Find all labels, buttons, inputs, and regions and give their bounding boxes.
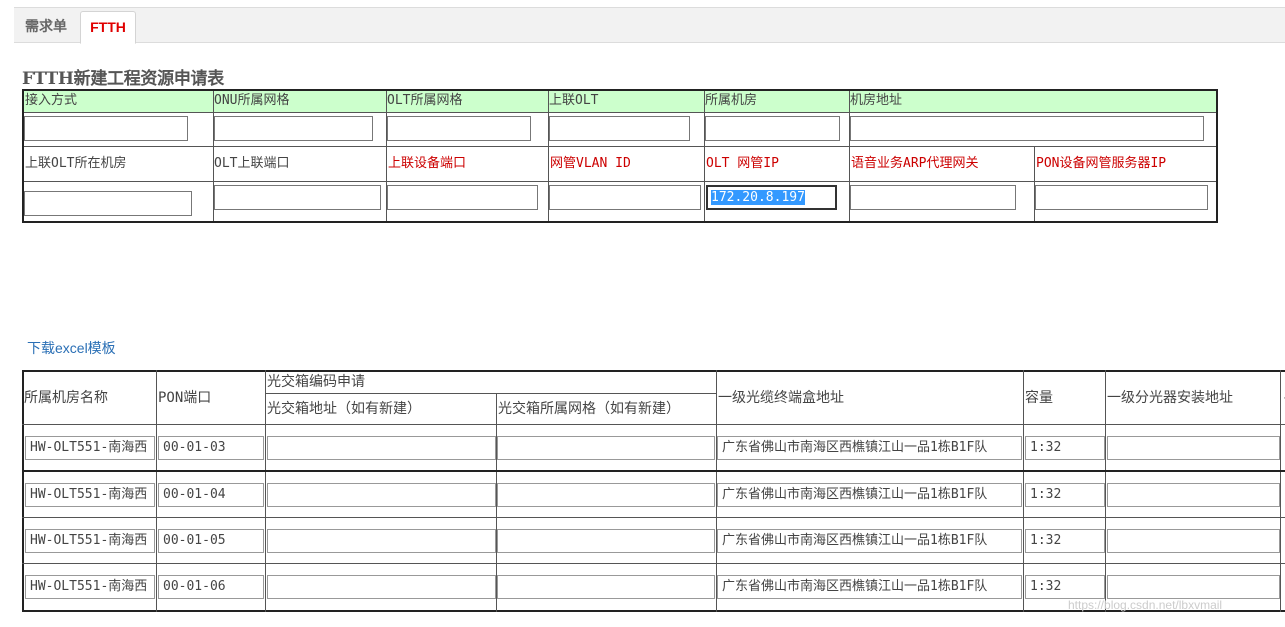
capacity-cell[interactable]: 1:32 xyxy=(1025,575,1105,599)
pon-mgmt-server-ip-input[interactable] xyxy=(1035,185,1208,210)
room-input[interactable] xyxy=(705,116,840,141)
capacity-cell[interactable]: 1:32 xyxy=(1025,529,1105,553)
access-method-input[interactable] xyxy=(24,116,188,141)
resource-form-table: 接入方式 ONU所属网格 OLT所属网格 上联OLT 所属机房 机房地址 上联O… xyxy=(22,89,1218,223)
room-name-cell[interactable]: HW-OLT551-南海西 xyxy=(25,575,155,599)
pon-port-cell[interactable]: 00-01-04 xyxy=(158,483,264,507)
room-name-cell[interactable]: HW-OLT551-南海西 xyxy=(25,436,155,460)
th-terminal-box-address: 一级光缆终端盒地址 xyxy=(718,390,844,406)
header-onu-grid: ONU所属网格 xyxy=(213,91,386,112)
terminal-address-cell[interactable]: 广东省佛山市南海区西樵镇江山一品1栋B1F队 xyxy=(717,483,1022,507)
terminal-address-cell[interactable]: 广东省佛山市南海区西樵镇江山一品1栋B1F队 xyxy=(717,436,1022,460)
splitter-address-input[interactable] xyxy=(1107,575,1280,599)
label-olt-mgmt-ip: OLT 网管IP xyxy=(706,156,779,171)
room-address-input[interactable] xyxy=(850,116,1204,141)
box-grid-input[interactable] xyxy=(497,436,715,460)
uplink-olt-room-input[interactable] xyxy=(24,191,192,216)
page-title: FTTH新建工程资源申请表 xyxy=(22,69,224,89)
download-excel-template-link[interactable]: 下载excel模板 xyxy=(27,338,116,358)
splitter-address-input[interactable] xyxy=(1107,529,1280,553)
label-voice-arp-gateway: 语音业务ARP代理网关 xyxy=(851,156,979,171)
room-name-cell[interactable]: HW-OLT551-南海西 xyxy=(25,529,155,553)
tab-bar: 需求单 FTTH xyxy=(14,7,1285,44)
th-room-name: 所属机房名称 xyxy=(24,390,108,406)
olt-grid-input[interactable] xyxy=(387,116,531,141)
box-grid-input[interactable] xyxy=(497,575,715,599)
capacity-cell[interactable]: 1:32 xyxy=(1025,483,1105,507)
voice-arp-gateway-input[interactable] xyxy=(850,185,1016,210)
splitter-address-input[interactable] xyxy=(1107,483,1280,507)
uplink-device-port-input[interactable] xyxy=(387,185,538,210)
box-address-input[interactable] xyxy=(267,483,496,507)
box-address-input[interactable] xyxy=(267,529,496,553)
label-olt-uplink-port: OLT上联端口 xyxy=(214,156,290,171)
header-room: 所属机房 xyxy=(704,91,849,112)
header-access-method: 接入方式 xyxy=(24,91,213,112)
label-uplink-device-port: 上联设备端口 xyxy=(388,156,467,171)
tab-demand-form[interactable]: 需求单 xyxy=(18,11,74,41)
pon-port-cell[interactable]: 00-01-06 xyxy=(158,575,264,599)
terminal-address-cell[interactable]: 广东省佛山市南海区西樵镇江山一品1栋B1F队 xyxy=(717,575,1022,599)
room-name-cell[interactable]: HW-OLT551-南海西 xyxy=(25,483,155,507)
pon-port-cell[interactable]: 00-01-03 xyxy=(158,436,264,460)
pon-port-cell[interactable]: 00-01-05 xyxy=(158,529,264,553)
th-splitter-address: 一级分光器安装地址 xyxy=(1107,390,1233,406)
tab-ftth[interactable]: FTTH xyxy=(80,11,136,44)
th-box-code-request: 光交箱编码申请 xyxy=(267,374,365,390)
th-box-address: 光交箱地址（如有新建） xyxy=(267,401,421,417)
box-grid-input[interactable] xyxy=(497,483,715,507)
terminal-address-cell[interactable]: 广东省佛山市南海区西樵镇江山一品1栋B1F队 xyxy=(717,529,1022,553)
olt-mgmt-ip-value: 172.20.8.197 xyxy=(711,190,805,205)
label-uplink-olt-room: 上联OLT所在机房 xyxy=(25,156,127,171)
header-room-address: 机房地址 xyxy=(849,91,1216,112)
uplink-olt-input[interactable] xyxy=(549,116,690,141)
olt-mgmt-ip-input[interactable]: 172.20.8.197 xyxy=(706,185,837,210)
mgmt-vlan-id-input[interactable] xyxy=(549,185,701,210)
box-grid-input[interactable] xyxy=(497,529,715,553)
box-address-input[interactable] xyxy=(267,575,496,599)
header-olt-grid: OLT所属网格 xyxy=(386,91,548,112)
box-address-input[interactable] xyxy=(267,436,496,460)
label-pon-mgmt-server-ip: PON设备网管服务器IP xyxy=(1036,156,1167,171)
splitter-address-input[interactable] xyxy=(1107,436,1280,460)
th-capacity: 容量 xyxy=(1025,390,1053,406)
th-box-grid: 光交箱所属网格（如有新建） xyxy=(498,401,680,417)
th-pon-port: PON端口 xyxy=(158,390,212,406)
onu-grid-input[interactable] xyxy=(214,116,373,141)
olt-uplink-port-input[interactable] xyxy=(214,185,381,210)
label-mgmt-vlan-id: 网管VLAN ID xyxy=(550,156,631,171)
watermark: https://blog.csdn.net/lbxvmail xyxy=(1068,598,1223,612)
header-uplink-olt: 上联OLT xyxy=(548,91,704,112)
capacity-cell[interactable]: 1:32 xyxy=(1025,436,1105,460)
